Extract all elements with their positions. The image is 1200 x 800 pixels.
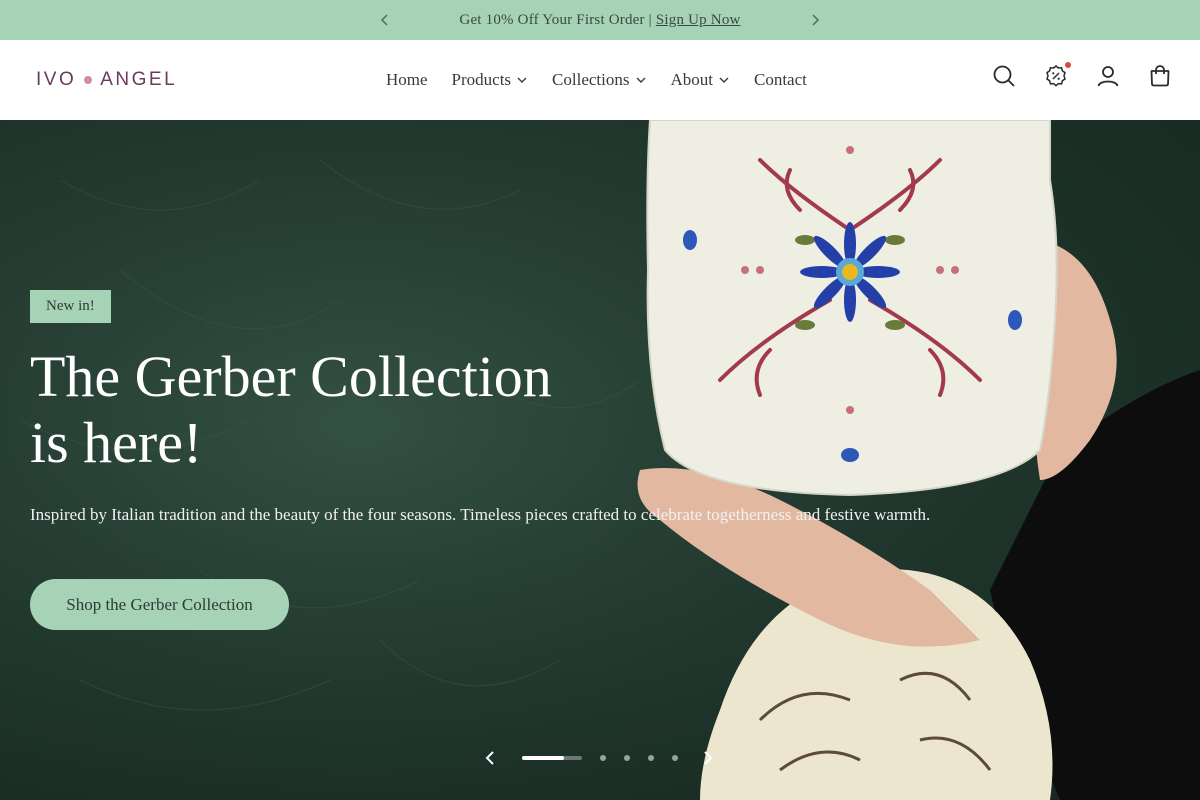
slide-dot-2[interactable] xyxy=(600,755,606,761)
announcement-message: Get 10% Off Your First Order | Sign Up N… xyxy=(459,12,740,29)
chevron-left-icon xyxy=(485,751,494,765)
chevron-right-icon xyxy=(812,14,819,26)
hero-title: The Gerber Collection is here! xyxy=(30,344,650,476)
account-icon xyxy=(1097,66,1119,87)
nav-about[interactable]: About xyxy=(671,70,731,90)
announcement-next-button[interactable] xyxy=(805,10,825,30)
nav-contact-label: Contact xyxy=(754,70,807,89)
chevron-right-icon xyxy=(704,751,713,765)
logo-text-right: ANGEL xyxy=(100,69,178,90)
sign-up-link[interactable]: Sign Up Now xyxy=(656,12,741,28)
cart-icon xyxy=(1150,65,1170,87)
announcement-bar: Get 10% Off Your First Order | Sign Up N… xyxy=(0,0,1200,40)
nav-contact[interactable]: Contact xyxy=(754,70,807,90)
nav-collections-label: Collections xyxy=(552,70,630,89)
slide-dot-5[interactable] xyxy=(672,755,678,761)
slide-next-button[interactable] xyxy=(698,748,718,768)
slide-dot-4[interactable] xyxy=(648,755,654,761)
brand-logo[interactable]: IVO ANGEL xyxy=(36,66,177,94)
hero-title-line1: The Gerber Collection xyxy=(30,344,552,409)
notification-dot xyxy=(1065,62,1071,68)
nav-about-label: About xyxy=(670,70,714,89)
announcement-prev-button[interactable] xyxy=(375,10,395,30)
slide-progress-bar xyxy=(522,756,582,760)
logo-dot xyxy=(84,76,93,84)
main-nav: Home Products Collections About Contact xyxy=(386,40,807,120)
chevron-down-icon xyxy=(718,74,730,86)
hero-slideshow: New in! The Gerber Collection is here! I… xyxy=(0,120,1200,800)
chevron-down-icon xyxy=(516,74,528,86)
logo-text-left: IVO xyxy=(36,69,77,90)
account-button[interactable] xyxy=(1096,64,1120,88)
discount-button[interactable] xyxy=(1044,62,1071,88)
chevron-down-icon xyxy=(635,74,647,86)
search-icon xyxy=(993,65,1015,87)
slide-prev-button[interactable] xyxy=(480,748,500,768)
nav-products-label: Products xyxy=(451,70,512,89)
new-badge: New in! xyxy=(30,290,111,323)
slide-dot-3[interactable] xyxy=(624,755,630,761)
chevron-left-icon xyxy=(381,14,388,26)
nav-products[interactable]: Products xyxy=(452,70,529,90)
nav-home-label: Home xyxy=(386,70,428,89)
slide-progress-fill xyxy=(522,756,564,760)
header-icons xyxy=(992,62,1172,88)
slideshow-controls xyxy=(480,746,720,770)
discount-icon xyxy=(1046,65,1066,87)
shop-collection-button[interactable]: Shop the Gerber Collection xyxy=(30,579,289,630)
site-header: IVO ANGEL Home Products Collections Abou… xyxy=(0,40,1200,121)
nav-collections[interactable]: Collections xyxy=(552,70,646,90)
hero-title-line2: is here! xyxy=(30,410,203,475)
announcement-text: Get 10% Off Your First Order | xyxy=(459,11,652,28)
cart-button[interactable] xyxy=(1148,64,1172,88)
search-button[interactable] xyxy=(992,64,1016,88)
nav-home[interactable]: Home xyxy=(386,70,428,90)
hero-description: Inspired by Italian tradition and the be… xyxy=(30,505,931,524)
